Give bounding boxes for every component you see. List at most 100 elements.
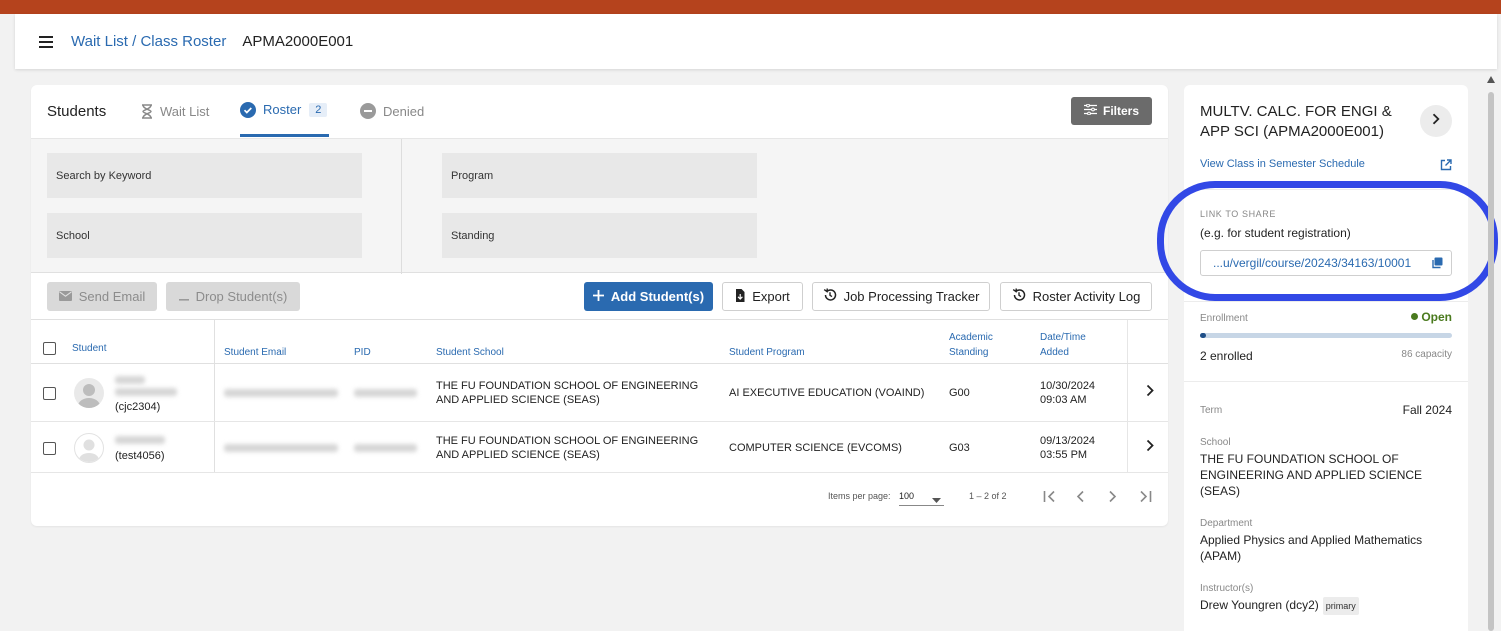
table-header: Student Student Email PID Student School…	[31, 319, 1168, 364]
copy-icon[interactable]	[1431, 257, 1443, 272]
status-text: Open	[1421, 310, 1452, 324]
chevron-right-icon[interactable]	[1146, 436, 1154, 457]
scrollbar-thumb[interactable]	[1488, 92, 1494, 631]
share-link-section: LINK TO SHARE (e.g. for student registra…	[1184, 189, 1468, 302]
student-school: THE FU FOUNDATION SCHOOL OF ENGINEERING …	[436, 435, 699, 461]
job-processing-tracker-button[interactable]: Job Processing Tracker	[812, 282, 990, 311]
export-button[interactable]: Export	[722, 282, 803, 311]
table-row[interactable]: (cjc2304) THE FU FOUNDATION SCHOOL OF EN…	[31, 364, 1168, 422]
drop-students-button[interactable]: Drop Student(s)	[166, 282, 300, 311]
tab-denied[interactable]: Denied	[360, 85, 424, 137]
page-header: Wait List / Class Roster APMA2000E001	[15, 14, 1497, 69]
header-email[interactable]: Student Email	[224, 345, 286, 360]
school-filter[interactable]: School	[47, 213, 362, 258]
divider	[1184, 381, 1468, 382]
prev-page-icon[interactable]	[1076, 490, 1085, 505]
instructor-name: Drew Youngren (dcy2)	[1200, 598, 1319, 612]
instructor-label: Instructor(s)	[1200, 583, 1254, 594]
history-icon	[1012, 288, 1026, 305]
filters-button[interactable]: Filters	[1071, 97, 1152, 125]
pid-redacted	[354, 444, 417, 452]
department-label: Department	[1200, 518, 1253, 529]
email-redacted	[224, 444, 338, 452]
header-pid[interactable]: PID	[354, 345, 371, 360]
status-badge: Open	[1411, 310, 1452, 324]
enrollment-progress-fill	[1200, 333, 1206, 338]
next-page-icon[interactable]	[1108, 490, 1117, 505]
chevron-right-icon[interactable]	[1146, 381, 1154, 402]
add-students-button[interactable]: Add Student(s)	[584, 282, 713, 311]
page-title: APMA2000E001	[242, 33, 354, 50]
academic-standing: G03	[949, 442, 970, 454]
job-tracker-label: Job Processing Tracker	[843, 289, 980, 304]
items-per-page-label: Items per page:	[828, 491, 891, 501]
row-checkbox[interactable]	[43, 442, 56, 455]
header-school[interactable]: Student School	[436, 345, 504, 360]
breadcrumb[interactable]: Wait List / Class Roster	[71, 33, 226, 50]
enrollment-progress	[1200, 333, 1452, 338]
primary-tag: primary	[1322, 597, 1359, 615]
select-all-checkbox[interactable]	[43, 342, 56, 355]
date-added: 10/30/2024	[1040, 380, 1096, 392]
table-row[interactable]: (test4056) THE FU FOUNDATION SCHOOL OF E…	[31, 423, 1168, 473]
avatar	[74, 433, 104, 463]
tab-roster[interactable]: Roster 2	[240, 85, 330, 137]
share-url: ...u/vergil/course/20243/34163/10001	[1213, 256, 1412, 270]
enrollment-label: Enrollment	[1200, 313, 1248, 324]
student-name-redacted	[115, 436, 165, 444]
class-detail-sidebar: MULTV. CALC. FOR ENGI & APP SCI (APMA200…	[1184, 85, 1468, 631]
check-circle-icon	[240, 101, 256, 118]
first-page-icon[interactable]	[1043, 490, 1057, 505]
pid-redacted	[354, 389, 417, 397]
student-school: THE FU FOUNDATION SCHOOL OF ENGINEERING …	[436, 380, 699, 406]
share-hint: (e.g. for student registration)	[1200, 226, 1351, 240]
scroll-up-icon[interactable]	[1487, 76, 1495, 83]
date-added: 09/13/2024	[1040, 435, 1096, 447]
header-program[interactable]: Student Program	[729, 345, 805, 360]
page-scrollbar[interactable]	[1486, 76, 1496, 631]
expand-sidebar-button[interactable]	[1420, 105, 1452, 137]
school-label: School	[1200, 437, 1231, 448]
share-label: LINK TO SHARE	[1200, 209, 1276, 219]
school-value: THE FU FOUNDATION SCHOOL OF ENGINEERING …	[1200, 452, 1423, 498]
status-dot-icon	[1411, 313, 1419, 320]
roster-activity-log-button[interactable]: Roster Activity Log	[1000, 282, 1152, 311]
external-link-icon[interactable]	[1440, 158, 1452, 176]
tab-wait-list[interactable]: Wait List	[141, 85, 209, 137]
tab-bar: Students Wait List Roster 2 Denied Filte…	[31, 85, 1168, 138]
time-added: 03:55 PM	[1040, 449, 1088, 461]
action-bar: Send Email Drop Student(s) Add Student(s…	[31, 275, 1168, 319]
header-student[interactable]: Student	[72, 341, 106, 356]
keyword-search-input[interactable]: Search by Keyword	[47, 153, 362, 198]
minus-circle-icon	[360, 103, 376, 119]
items-per-page-select[interactable]: 100	[899, 486, 944, 506]
header-date[interactable]: Date/Time Added	[1040, 330, 1100, 360]
last-page-icon[interactable]	[1138, 490, 1152, 505]
avatar	[74, 378, 104, 408]
filter-area: Search by Keyword School Program Standin…	[31, 138, 1168, 274]
history-icon	[823, 288, 837, 305]
student-name-redacted	[115, 388, 177, 396]
student-uni: (cjc2304)	[115, 401, 161, 413]
standing-filter[interactable]: Standing	[442, 213, 757, 258]
drop-students-label: Drop Student(s)	[195, 289, 288, 304]
students-panel: Students Wait List Roster 2 Denied Filte…	[31, 85, 1168, 526]
send-email-button[interactable]: Send Email	[47, 282, 157, 311]
capacity: 86 capacity	[1401, 349, 1452, 360]
export-label: Export	[752, 289, 790, 304]
student-program: COMPUTER SCIENCE (EVCOMS)	[729, 442, 902, 454]
program-filter[interactable]: Program	[442, 153, 757, 198]
items-per-page-value: 100	[899, 491, 915, 501]
header-standing[interactable]: Academic Standing	[949, 330, 1009, 360]
instructor-value: Drew Youngren (dcy2) primary	[1200, 597, 1450, 615]
view-class-link[interactable]: View Class in Semester Schedule	[1200, 158, 1365, 170]
menu-icon[interactable]	[39, 35, 53, 48]
term-label: Term	[1200, 405, 1223, 416]
share-url-field[interactable]: ...u/vergil/course/20243/34163/10001	[1200, 250, 1452, 276]
student-uni: (test4056)	[115, 450, 165, 462]
activity-log-label: Roster Activity Log	[1032, 289, 1141, 304]
sliders-icon	[1083, 103, 1097, 118]
row-checkbox[interactable]	[43, 387, 56, 400]
student-program: AI EXECUTIVE EDUCATION (VOAIND)	[729, 387, 925, 399]
academic-standing: G00	[949, 387, 970, 399]
